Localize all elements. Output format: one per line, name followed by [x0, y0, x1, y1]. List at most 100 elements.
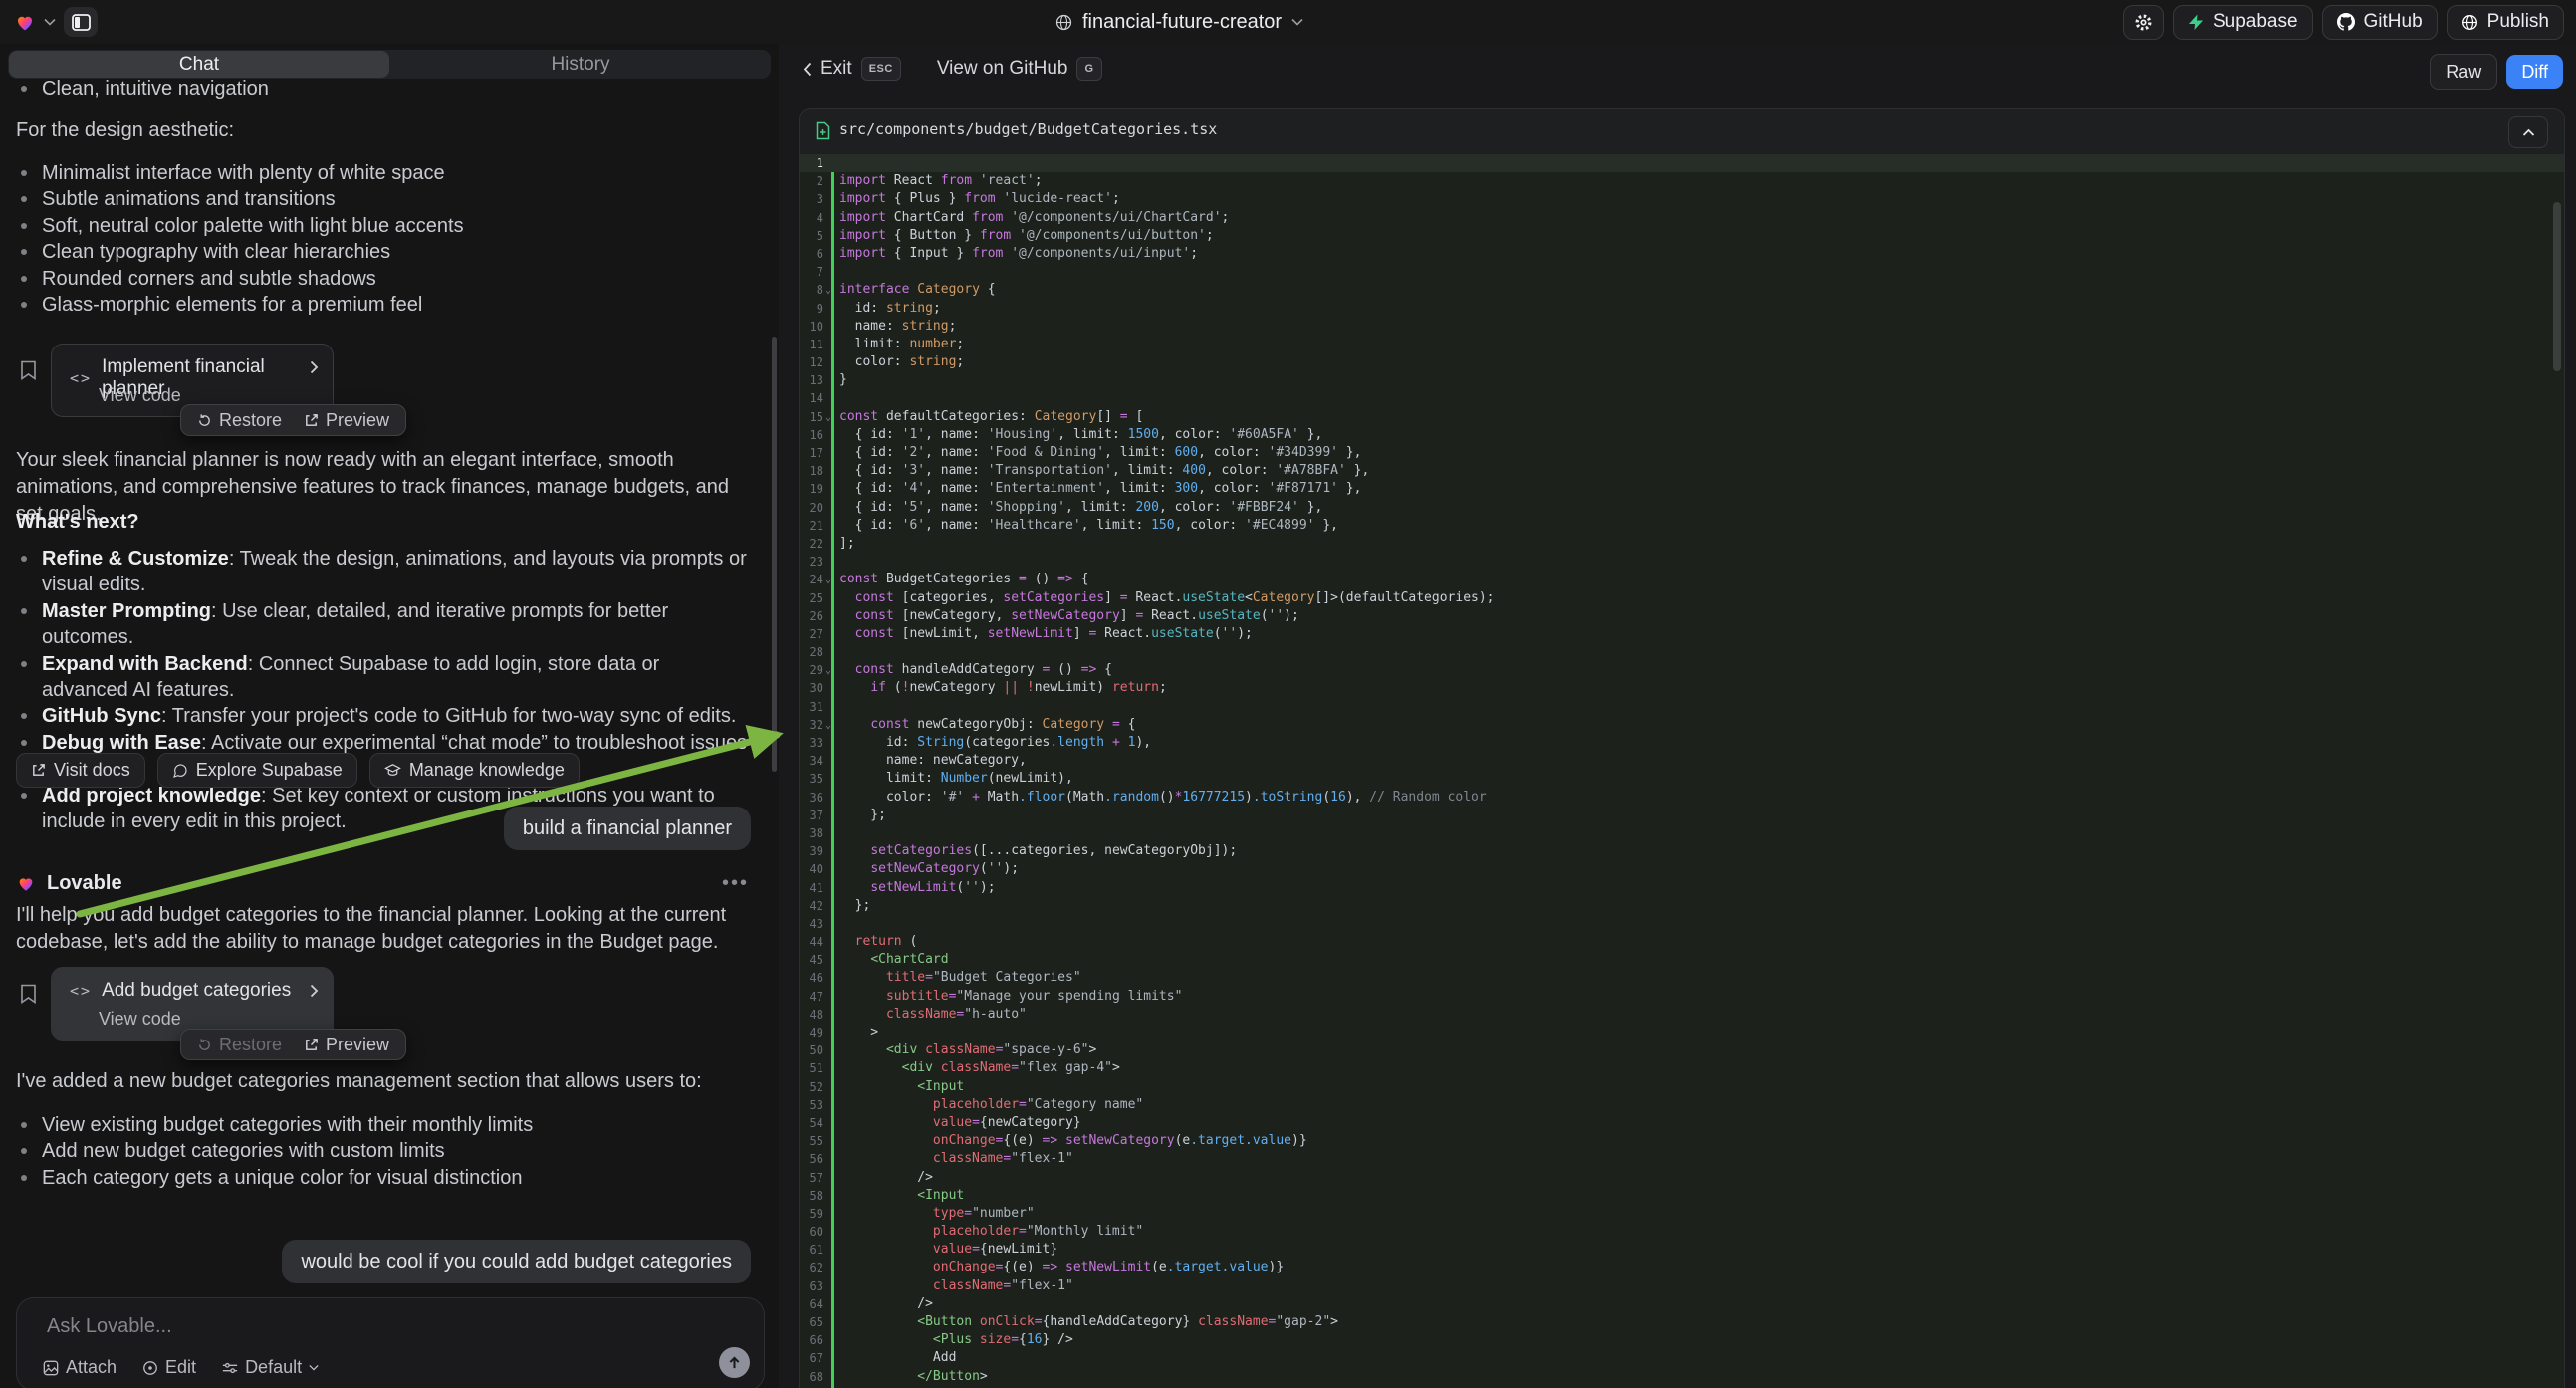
line-number: 28: [800, 643, 823, 661]
line-number: 7: [800, 263, 823, 281]
code-line: 46 title="Budget Categories": [800, 969, 2564, 987]
tab-chat[interactable]: Chat: [9, 51, 389, 78]
code-line: 59 type="number": [800, 1205, 2564, 1223]
line-number: 40: [800, 860, 823, 878]
code-line: 17 { id: '2', name: 'Food & Dining', lim…: [800, 444, 2564, 462]
list-item: Each category gets a unique color for vi…: [16, 1165, 749, 1191]
publish-globe-icon: [2461, 14, 2478, 31]
edit-mode-button[interactable]: Edit: [142, 1357, 196, 1378]
chat-panel: Chat History Clean, intuitive navigation…: [0, 44, 780, 1388]
attach-button[interactable]: Attach: [43, 1357, 117, 1378]
code-line: 43: [800, 915, 2564, 933]
code-line: 3import { Plus } from 'lucide-react';: [800, 190, 2564, 208]
diff-toggle-button[interactable]: Diff: [2506, 55, 2563, 89]
supabase-bolt-icon: [2188, 14, 2204, 31]
sidebar-toggle-button[interactable]: [64, 7, 98, 37]
collapse-file-button[interactable]: [2508, 116, 2548, 148]
user-message: would be cool if you could add budget ca…: [282, 1240, 751, 1283]
bookmark-icon[interactable]: [20, 984, 37, 1004]
code-line: 51 <div className="flex gap-4">: [800, 1059, 2564, 1077]
esc-key-badge: ESC: [861, 57, 901, 81]
list-item: Glass-morphic elements for a premium fee…: [16, 292, 749, 318]
preview-button[interactable]: Preview: [304, 1035, 389, 1055]
code-line: 21 { id: '6', name: 'Healthcare', limit:…: [800, 517, 2564, 535]
tab-history[interactable]: History: [390, 50, 771, 79]
explore-supabase-button[interactable]: Explore Supabase: [157, 753, 357, 788]
github-octocat-icon: [2337, 13, 2355, 31]
code-line: 36 color: '#' + Math.floor(Math.random()…: [800, 789, 2564, 807]
list-item: Clean typography with clear hierarchies: [16, 239, 749, 265]
send-button[interactable]: [719, 1347, 750, 1378]
code-line: 61 value={newLimit}: [800, 1241, 2564, 1259]
exit-button[interactable]: Exit ESC: [803, 57, 901, 81]
graduation-cap-icon: [384, 763, 401, 778]
fold-chevron-icon[interactable]: ⌄: [825, 282, 831, 300]
preview-button[interactable]: Preview: [304, 410, 389, 431]
bookmark-icon[interactable]: [20, 360, 37, 380]
fold-chevron-icon[interactable]: ⌄: [825, 662, 831, 680]
code-scrollbar[interactable]: [2553, 202, 2561, 371]
fold-chevron-icon[interactable]: ⌄: [825, 409, 831, 427]
visit-docs-button[interactable]: Visit docs: [16, 753, 145, 788]
line-number: 54: [800, 1114, 823, 1132]
line-number: 21: [800, 517, 823, 535]
line-number: 3: [800, 190, 823, 208]
settings-button[interactable]: [2123, 5, 2164, 40]
line-number: 10: [800, 318, 823, 336]
code-line: 55 onChange={(e) => setNewCategory(e.tar…: [800, 1132, 2564, 1150]
line-number: 15: [800, 408, 823, 426]
fold-chevron-icon[interactable]: ⌄: [825, 572, 831, 589]
code-line: 14: [800, 389, 2564, 407]
code-line: 16 { id: '1', name: 'Housing', limit: 15…: [800, 426, 2564, 444]
line-number: 55: [800, 1132, 823, 1150]
line-number: 44: [800, 933, 823, 951]
line-number: 60: [800, 1223, 823, 1241]
project-switcher[interactable]: financial-future-creator: [1055, 0, 1303, 44]
lovable-logo-heart-icon[interactable]: [14, 12, 36, 33]
view-code-link[interactable]: View code: [99, 385, 181, 406]
line-number: 59: [800, 1205, 823, 1223]
code-editor[interactable]: 12import React from 'react';3import { Pl…: [800, 154, 2564, 1388]
line-number: 56: [800, 1150, 823, 1168]
feature-list-top: Clean, intuitive navigation: [16, 76, 749, 102]
line-number: 20: [800, 499, 823, 517]
line-number: 68: [800, 1368, 823, 1386]
code-line: 20 { id: '5', name: 'Shopping', limit: 2…: [800, 499, 2564, 517]
message-menu-button[interactable]: •••: [722, 872, 749, 895]
restore-button[interactable]: Restore: [197, 410, 282, 431]
restore-preview-toolbar: Restore Preview: [180, 1029, 406, 1060]
code-line: 62 onChange={(e) => setNewLimit(e.target…: [800, 1259, 2564, 1276]
restore-button-disabled[interactable]: Restore: [197, 1035, 282, 1055]
chat-scrollbar[interactable]: [772, 337, 777, 772]
publish-button[interactable]: Publish: [2447, 5, 2564, 40]
view-code-link[interactable]: View code: [99, 1009, 181, 1030]
manage-knowledge-button[interactable]: Manage knowledge: [369, 753, 580, 788]
chevron-right-icon: [310, 984, 319, 998]
line-number: 66: [800, 1331, 823, 1349]
line-number: 57: [800, 1169, 823, 1187]
code-line: 32⌄ const newCategoryObj: Category = {: [800, 716, 2564, 734]
logo-chevron-down-icon[interactable]: [44, 18, 56, 26]
code-line: 64 />: [800, 1295, 2564, 1313]
supabase-button[interactable]: Supabase: [2173, 5, 2313, 40]
raw-toggle-button[interactable]: Raw: [2430, 54, 2497, 90]
code-view-panel: Exit ESC View on GitHub G Raw Diff src/c…: [779, 44, 2576, 1388]
line-number: 33: [800, 734, 823, 752]
fold-chevron-icon[interactable]: ⌄: [825, 717, 831, 735]
line-number: 12: [800, 353, 823, 371]
code-line: 33 id: String(categories.length + 1),: [800, 734, 2564, 752]
quick-actions-row: Visit docs Explore Supabase Manage knowl…: [16, 753, 580, 788]
line-number: 43: [800, 915, 823, 933]
chat-history-tabs: Chat History: [8, 50, 771, 79]
view-on-github-button[interactable]: View on GitHub G: [937, 57, 1102, 81]
line-number: 14: [800, 389, 823, 407]
target-icon: [142, 1360, 158, 1376]
list-item: Rounded corners and subtle shadows: [16, 266, 749, 292]
added-file-icon: [816, 121, 830, 140]
line-number: 67: [800, 1349, 823, 1367]
code-line: 8⌄interface Category {: [800, 281, 2564, 299]
file-header[interactable]: src/components/budget/BudgetCategories.t…: [800, 109, 2564, 155]
model-selector[interactable]: Default: [222, 1357, 319, 1378]
github-button[interactable]: GitHub: [2322, 5, 2438, 40]
prompt-input[interactable]: Ask Lovable... Attach Edit Default: [16, 1297, 765, 1388]
